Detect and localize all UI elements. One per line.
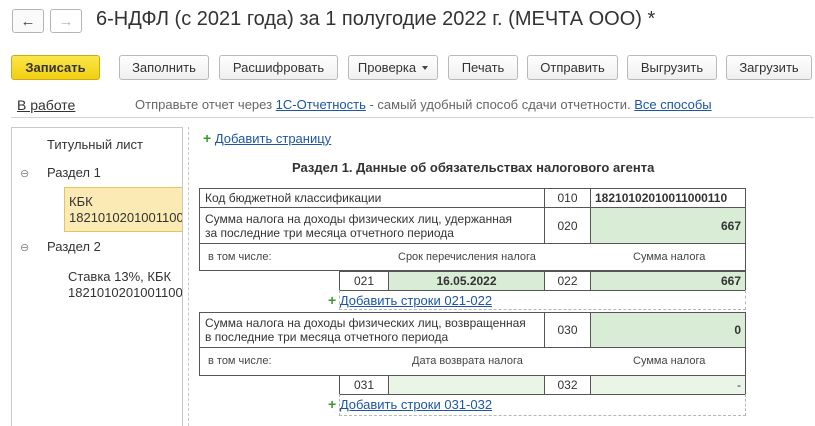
kbk-label: КБК — [69, 194, 93, 209]
arrow-right-icon: → — [58, 12, 74, 30]
decode-button[interactable]: Расшифровать — [219, 55, 338, 80]
sections-tree: Титульный лист ⊖ Раздел 1 КБК 1821010201… — [11, 127, 183, 426]
row022-sum-field[interactable]: 667 — [590, 271, 746, 291]
plus-icon: + — [328, 396, 337, 412]
collapse-icon[interactable]: ⊖ — [20, 167, 29, 180]
back-button[interactable]: ← — [12, 9, 44, 33]
tree-item-section2-kbk[interactable]: 18210102010011000 — [68, 285, 182, 301]
incl1-sum-header: Сумма налога — [633, 251, 706, 263]
window-title: 6-НДФЛ (с 2021 года) за 1 полугодие 2022… — [96, 8, 656, 30]
section-title: Раздел 1. Данные об обязательствах налог… — [292, 160, 655, 175]
withheld-row-label: Сумма налога на доходы физических лиц, у… — [199, 207, 545, 244]
check-dropdown-button[interactable]: Проверка — [348, 55, 438, 80]
status-link[interactable]: В работе — [17, 97, 75, 113]
all-methods-link[interactable]: Все способы — [634, 97, 711, 112]
plus-icon: + — [328, 292, 337, 308]
info-message: Отправьте отчет через 1С-Отчетность - са… — [135, 97, 712, 112]
export-button[interactable]: Выгрузить — [627, 55, 717, 80]
tree-item-section1-kbk[interactable]: КБК 18210102010011000 — [64, 187, 183, 232]
tree-item-title-page[interactable]: Титульный лист — [47, 137, 143, 152]
add-rows-021-022-label: Добавить строки 021-022 — [339, 293, 493, 308]
withheld-label-line1: Сумма налога на доходы физических лиц, у… — [205, 211, 513, 226]
incl2-date-header: Дата возврата налога — [412, 355, 523, 367]
panel-splitter[interactable] — [188, 127, 190, 426]
incl2-sum-header: Сумма налога — [633, 355, 706, 367]
import-button[interactable]: Загрузить — [726, 55, 812, 80]
kbk-code: 18210102010011000 — [69, 210, 183, 225]
add-rows-031-032-label: Добавить строки 031-032 — [339, 397, 493, 412]
kbk-value-field[interactable]: 18210102010011000110 — [590, 188, 746, 208]
incl1-date-header: Срок перечисления налога — [398, 251, 536, 263]
returned-value-field[interactable]: 0 — [590, 312, 746, 348]
row022-code: 022 — [544, 271, 591, 291]
divider — [11, 117, 814, 118]
send-button[interactable]: Отправить — [527, 55, 618, 80]
row031-date-field[interactable] — [388, 375, 545, 395]
forward-button[interactable]: → — [50, 9, 82, 33]
incl2-label: в том числе: — [208, 355, 272, 367]
print-button[interactable]: Печать — [448, 55, 518, 80]
save-button[interactable]: Записать — [11, 55, 100, 80]
returned-label-line1: Сумма налога на доходы физических лиц, в… — [205, 316, 526, 330]
arrow-left-icon: ← — [20, 12, 36, 30]
add-page-label: Добавить страницу — [214, 131, 332, 146]
check-label: Проверка — [357, 60, 417, 75]
kbk-row-code: 010 — [544, 188, 591, 208]
withheld-label-line2: за последние три месяца отчетного период… — [205, 225, 454, 240]
add-rows-021-022-link[interactable]: + Добавить строки 021-022 — [328, 292, 492, 308]
collapse-icon[interactable]: ⊖ — [20, 241, 29, 254]
withheld-row-code: 020 — [544, 207, 591, 244]
returned-label-line2: в последние три месяца отчетного периода — [205, 330, 449, 344]
row032-sum-field[interactable]: - — [590, 375, 746, 395]
row021-date-field[interactable]: 16.05.2022 — [388, 271, 545, 291]
row021-code: 021 — [339, 271, 389, 291]
chevron-down-icon — [422, 65, 429, 70]
info-text-after: - самый удобный способ сдачи отчетности. — [365, 97, 635, 112]
kbk-row-label: Код бюджетной классификации — [199, 188, 545, 208]
tree-item-section2-rate[interactable]: Ставка 13%, КБК — [68, 269, 171, 285]
add-page-link[interactable]: + Добавить страницу — [203, 130, 331, 146]
returned-row-label: Сумма налога на доходы физических лиц, в… — [199, 312, 545, 348]
tree-item-section1[interactable]: Раздел 1 — [47, 165, 101, 180]
withheld-value-field[interactable]: 667 — [590, 207, 746, 244]
add-rows-031-032-link[interactable]: + Добавить строки 031-032 — [328, 396, 492, 412]
row031-code: 031 — [339, 375, 389, 395]
incl1-label: в том числе: — [208, 251, 272, 263]
fill-button[interactable]: Заполнить — [119, 55, 209, 80]
info-text-before: Отправьте отчет через — [135, 97, 276, 112]
1c-reporting-link[interactable]: 1С-Отчетность — [276, 97, 366, 112]
row032-code: 032 — [544, 375, 591, 395]
returned-row-code: 030 — [544, 312, 591, 348]
plus-icon: + — [203, 130, 212, 146]
tree-item-section2[interactable]: Раздел 2 — [47, 239, 101, 254]
